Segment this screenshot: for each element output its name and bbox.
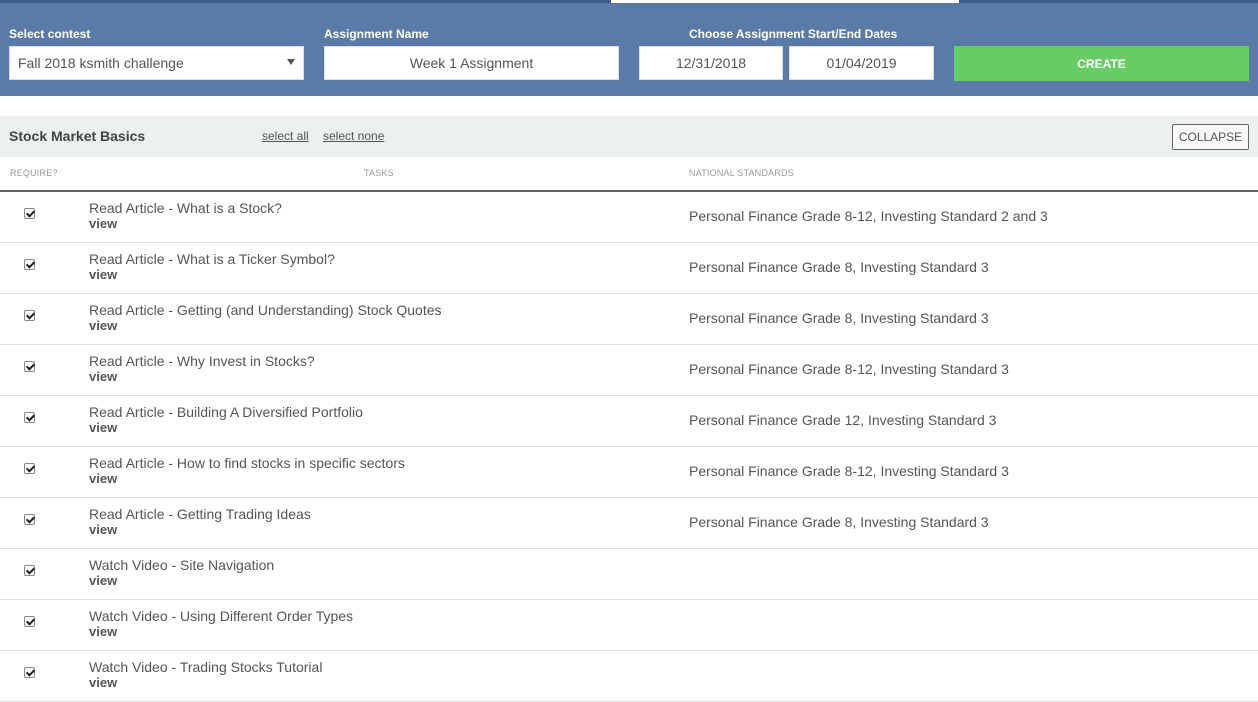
- view-link[interactable]: view: [89, 267, 117, 282]
- select-all-link[interactable]: select all: [262, 129, 309, 143]
- task-title: Read Article - What is a Stock?: [89, 200, 282, 216]
- require-checkbox[interactable]: [24, 565, 35, 576]
- task-row: Read Article - How to find stocks in spe…: [0, 447, 1258, 498]
- task-row: Watch Video - Site Navigation view: [0, 549, 1258, 600]
- task-list: Read Article - What is a Stock? view Per…: [0, 192, 1258, 702]
- task-row: Read Article - Building A Diversified Po…: [0, 396, 1258, 447]
- create-button[interactable]: CREATE: [954, 46, 1249, 81]
- task-title: Read Article - Getting (and Understandin…: [89, 302, 442, 318]
- national-standard: Personal Finance Grade 12, Investing Sta…: [689, 412, 997, 428]
- task-title: Watch Video - Site Navigation: [89, 557, 275, 573]
- contest-select[interactable]: Fall 2018 ksmith challenge: [9, 46, 304, 80]
- national-standard: Personal Finance Grade 8-12, Investing S…: [689, 208, 1048, 224]
- assignment-form-header: Select contest Fall 2018 ksmith challeng…: [0, 3, 1258, 96]
- view-link[interactable]: view: [89, 675, 117, 690]
- caret-down-icon: [287, 59, 295, 65]
- select-none-link[interactable]: select none: [323, 129, 384, 143]
- column-header-require: REQUIRE?: [10, 168, 58, 178]
- require-checkbox[interactable]: [24, 667, 35, 678]
- task-title: Watch Video - Using Different Order Type…: [89, 608, 354, 624]
- collapse-button[interactable]: COLLAPSE: [1172, 124, 1249, 150]
- national-standard: Personal Finance Grade 8, Investing Stan…: [689, 259, 989, 275]
- contest-select-value: Fall 2018 ksmith challenge: [18, 55, 184, 71]
- require-checkbox[interactable]: [24, 259, 35, 270]
- view-link[interactable]: view: [89, 471, 117, 486]
- task-row: Read Article - Getting (and Understandin…: [0, 294, 1258, 345]
- contest-label: Select contest: [9, 27, 91, 41]
- view-link[interactable]: view: [89, 420, 117, 435]
- require-checkbox[interactable]: [24, 514, 35, 525]
- national-standard: Personal Finance Grade 8, Investing Stan…: [689, 514, 989, 530]
- task-title: Read Article - Building A Diversified Po…: [89, 404, 363, 420]
- task-row: Watch Video - Trading Stocks Tutorial vi…: [0, 651, 1258, 702]
- column-header-tasks: TASKS: [364, 168, 394, 178]
- section-title: Stock Market Basics: [9, 128, 146, 144]
- task-row: Read Article - What is a Ticker Symbol? …: [0, 243, 1258, 294]
- view-link[interactable]: view: [89, 624, 117, 639]
- require-checkbox[interactable]: [24, 208, 35, 219]
- task-title: Read Article - Getting Trading Ideas: [89, 506, 311, 522]
- require-checkbox[interactable]: [24, 463, 35, 474]
- require-checkbox[interactable]: [24, 616, 35, 627]
- section-header: Stock Market Basics select all select no…: [0, 116, 1258, 157]
- task-title: Read Article - What is a Ticker Symbol?: [89, 251, 335, 267]
- national-standard: Personal Finance Grade 8, Investing Stan…: [689, 310, 989, 326]
- assignment-name-label: Assignment Name: [324, 27, 429, 41]
- task-row: Read Article - Why Invest in Stocks? vie…: [0, 345, 1258, 396]
- assignment-name-input[interactable]: Week 1 Assignment: [324, 46, 619, 80]
- view-link[interactable]: view: [89, 216, 117, 231]
- start-date-input[interactable]: 12/31/2018: [639, 46, 783, 80]
- end-date-input[interactable]: 01/04/2019: [789, 46, 934, 80]
- national-standard: Personal Finance Grade 8-12, Investing S…: [689, 361, 1009, 377]
- dates-label: Choose Assignment Start/End Dates: [689, 27, 898, 41]
- view-link[interactable]: view: [89, 573, 117, 588]
- column-header-standards: NATIONAL STANDARDS: [689, 168, 794, 178]
- task-row: Read Article - What is a Stock? view Per…: [0, 192, 1258, 243]
- view-link[interactable]: view: [89, 369, 117, 384]
- view-link[interactable]: view: [89, 522, 117, 537]
- view-link[interactable]: view: [89, 318, 117, 333]
- task-title: Read Article - Why Invest in Stocks?: [89, 353, 315, 369]
- require-checkbox[interactable]: [24, 310, 35, 321]
- task-title: Read Article - How to find stocks in spe…: [89, 455, 405, 471]
- national-standard: Personal Finance Grade 8-12, Investing S…: [689, 463, 1009, 479]
- task-row: Read Article - Getting Trading Ideas vie…: [0, 498, 1258, 549]
- require-checkbox[interactable]: [24, 361, 35, 372]
- require-checkbox[interactable]: [24, 412, 35, 423]
- task-title: Watch Video - Trading Stocks Tutorial: [89, 659, 323, 675]
- task-row: Watch Video - Using Different Order Type…: [0, 600, 1258, 651]
